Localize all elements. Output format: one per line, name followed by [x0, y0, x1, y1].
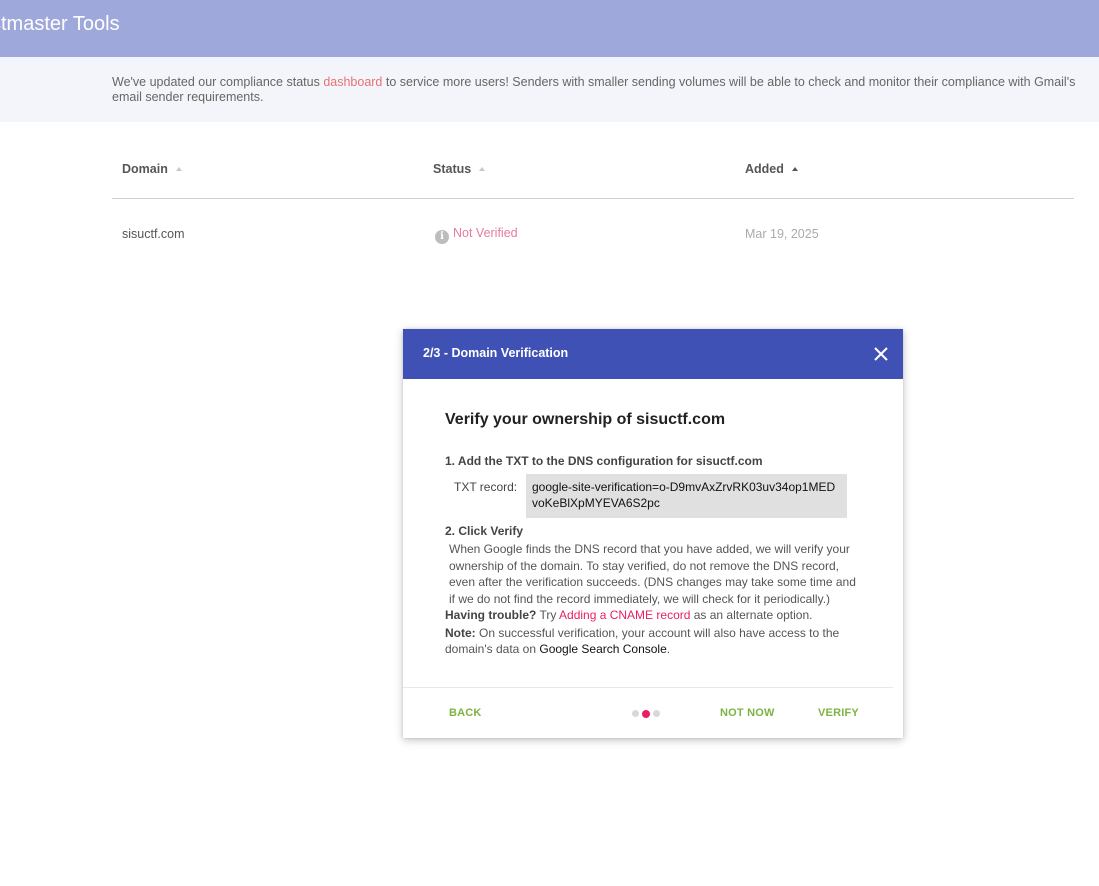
column-header-added[interactable]: Added: [745, 162, 798, 176]
trouble-try-text: Try: [536, 608, 560, 622]
dialog-footer-divider: [403, 687, 893, 688]
trouble-label: Having trouble?: [445, 608, 537, 622]
step-dot: [632, 710, 639, 717]
step-2-label: 2. Click Verify: [445, 524, 524, 538]
dialog-header: 2/3 - Domain Verification: [403, 329, 903, 379]
trouble-text: Having trouble? Try Adding a CNAME recor…: [445, 608, 865, 622]
domain-cell[interactable]: sisuctf.com: [122, 227, 185, 241]
step-dot: [653, 710, 660, 717]
close-icon[interactable]: [873, 346, 889, 362]
verify-button[interactable]: VERIFY: [818, 707, 859, 719]
sort-arrow-up-icon: [791, 166, 798, 171]
app-title: stmaster Tools: [0, 13, 120, 35]
status-text: Not Verified: [453, 226, 518, 240]
step-1-label: 1. Add the TXT to the DNS configuration …: [445, 454, 763, 468]
trouble-after-text: as an alternate option.: [690, 608, 813, 622]
note-label: Note:: [445, 626, 476, 640]
table-header: Domain Status Added: [112, 150, 1074, 199]
note-text: Note: On successful verification, your a…: [445, 625, 857, 657]
back-button[interactable]: BACK: [449, 707, 482, 719]
txt-record-value[interactable]: google-site-verification=o-D9mvAxZrvRK03…: [526, 474, 847, 518]
cname-record-link[interactable]: Adding a CNAME record: [559, 608, 690, 622]
step-2-description: When Google finds the DNS record that yo…: [449, 542, 856, 606]
added-date-cell: Mar 19, 2025: [745, 227, 819, 241]
step-dot-current: [642, 710, 650, 718]
table-row[interactable]: sisuctf.com i Not Verified Mar 19, 2025: [112, 199, 1074, 269]
announcement-banner: We've updated our compliance status dash…: [0, 57, 1099, 122]
status-cell: i Not Verified: [435, 226, 518, 244]
info-icon: i: [435, 230, 449, 244]
column-header-status[interactable]: Status: [433, 162, 486, 176]
dialog-heading: Verify your ownership of sisuctf.com: [445, 411, 726, 428]
search-console-link[interactable]: Google Search Console: [539, 642, 666, 656]
txt-record-label: TXT record:: [454, 480, 518, 494]
column-label: Domain: [122, 162, 168, 176]
step-progress-dots: [632, 710, 663, 718]
dashboard-link[interactable]: dashboard: [323, 75, 382, 89]
top-app-bar: stmaster Tools: [0, 0, 1099, 57]
column-header-domain[interactable]: Domain: [122, 162, 182, 176]
column-label: Status: [433, 162, 472, 176]
domains-table: Domain Status Added sisuctf.com i Not Ver…: [112, 150, 1074, 269]
dialog-title: 2/3 - Domain Verification: [423, 346, 569, 360]
column-label: Added: [745, 162, 784, 176]
sort-arrow-icon: [479, 166, 486, 171]
domain-verification-dialog: 2/3 - Domain Verification Verify your ow…: [403, 329, 903, 738]
banner-text: We've updated our compliance status dash…: [112, 75, 1082, 105]
banner-text-before: We've updated our compliance status: [112, 75, 324, 89]
not-now-button[interactable]: NOT NOW: [720, 707, 775, 719]
sort-arrow-icon: [175, 166, 182, 171]
dialog-body: Verify your ownership of sisuctf.com 1. …: [445, 411, 857, 656]
note-end-text: .: [666, 642, 671, 656]
